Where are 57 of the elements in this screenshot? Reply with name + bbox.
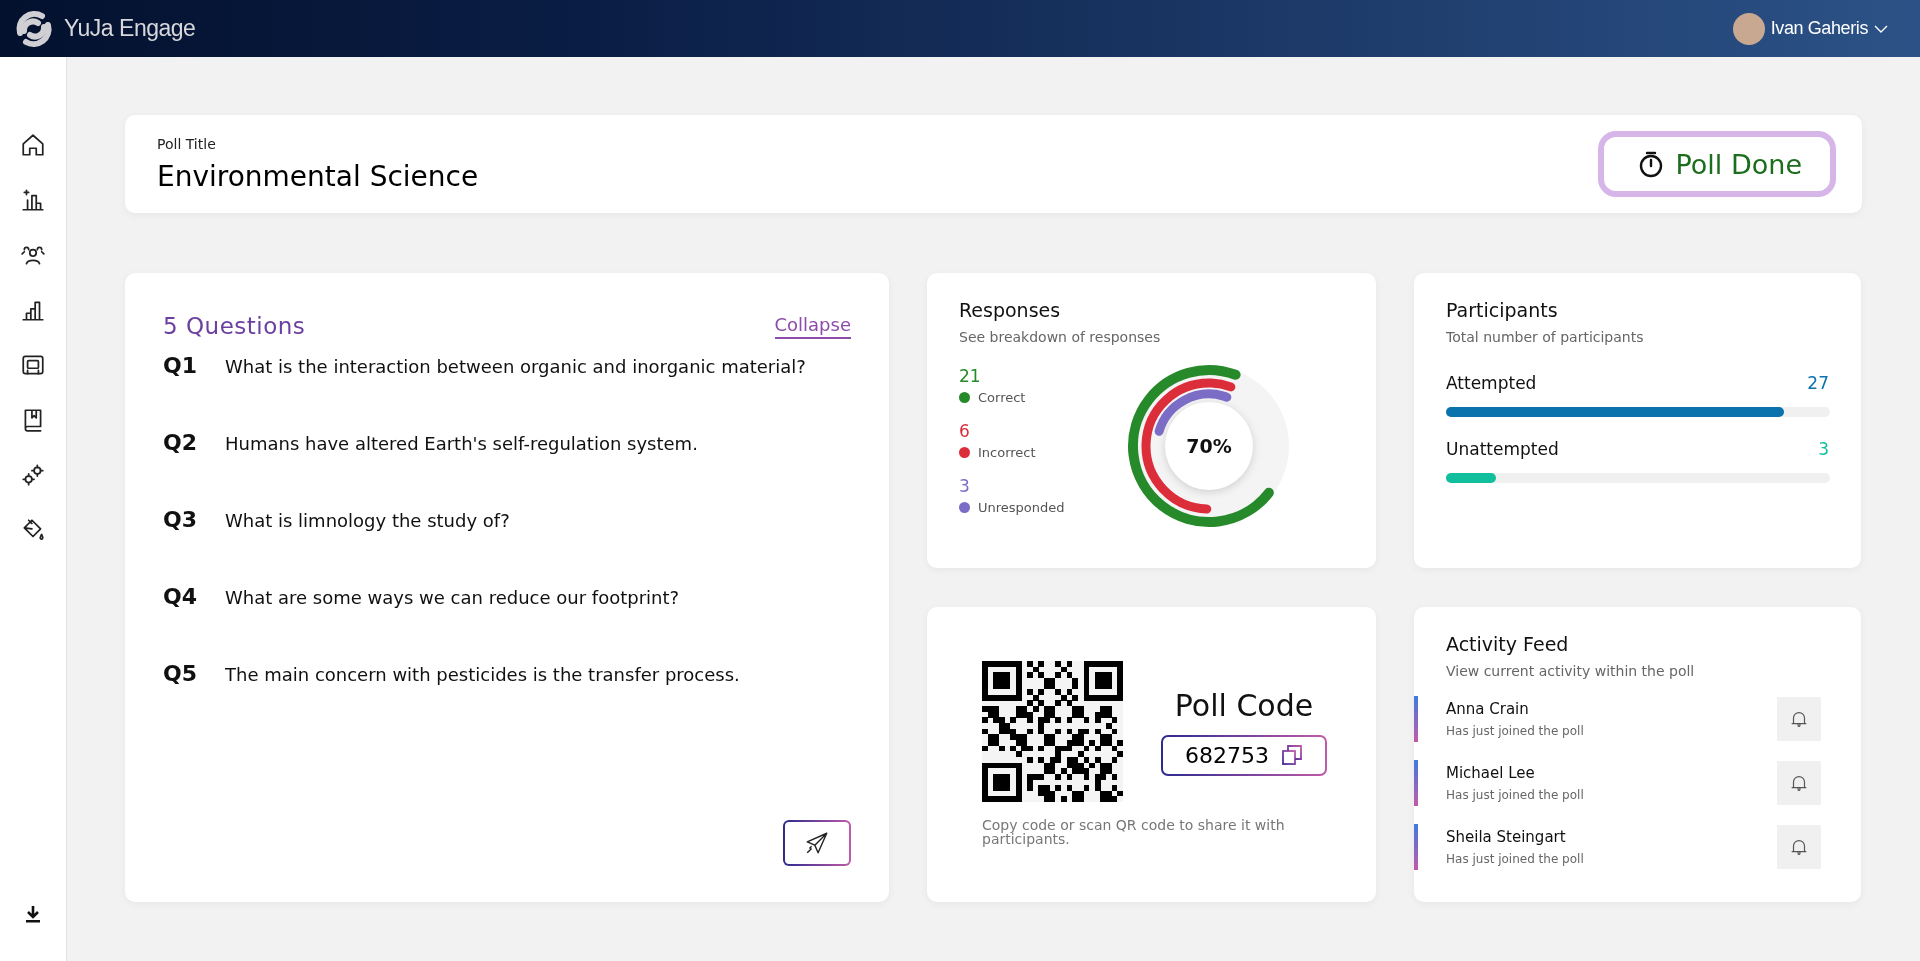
- paper-plane-icon: [804, 830, 830, 856]
- avatar: [1732, 12, 1765, 45]
- bar-chart-plus-icon: [20, 186, 46, 213]
- participant-name: Michael Lee: [1446, 764, 1536, 782]
- participant-label: Attempted: [1446, 373, 1537, 393]
- participant-name: Sheila Steingart: [1446, 828, 1567, 846]
- question-text: What are some ways we can reduce our footprint?: [225, 587, 680, 608]
- poll-title: Environmental Science: [157, 159, 479, 193]
- share-hint: Copy code or scan QR code to share it with participants.: [982, 818, 1286, 846]
- card-title: Responses: [959, 299, 1062, 321]
- notify-button[interactable]: [1777, 825, 1821, 869]
- accent-bar: [1414, 696, 1418, 742]
- question-text: Humans have altered Earth's self-regulation system.: [225, 433, 698, 454]
- card-subtitle: See breakdown of responses: [959, 329, 1162, 345]
- card-subtitle: View current activity within the poll: [1446, 663, 1696, 679]
- app-name: YuJa Engage: [64, 15, 196, 42]
- question-number: Q2: [163, 430, 198, 455]
- activity-message: Has just joined the poll: [1446, 724, 1585, 738]
- card-title: Participants: [1446, 299, 1559, 321]
- collapse-link[interactable]: Collapse: [774, 314, 851, 339]
- legend-label: Correct: [978, 389, 1026, 405]
- notify-button[interactable]: [1777, 697, 1821, 741]
- question-number: Q3: [163, 507, 198, 532]
- poll-code-button[interactable]: 682753: [1161, 734, 1327, 776]
- participant-label: Unattempted: [1446, 439, 1559, 459]
- card-subtitle: Total number of participants: [1446, 329, 1645, 345]
- legend-label: Unresponded: [978, 499, 1065, 515]
- user-name[interactable]: Ivan Gaheris: [1770, 18, 1868, 39]
- participant-name: Anna Crain: [1446, 700, 1530, 718]
- participant-count: 27: [1807, 373, 1829, 393]
- send-button[interactable]: [783, 820, 851, 866]
- poll-title-label: Poll Title: [157, 135, 217, 152]
- question-text: The main concern with pesticides is the transfer process.: [225, 664, 740, 685]
- poll-code-title: Poll Code: [1174, 687, 1314, 723]
- download-icon: [23, 903, 43, 924]
- accent-bar: [1414, 824, 1418, 870]
- chevron-down-icon[interactable]: [1874, 23, 1888, 34]
- question-number: Q5: [163, 661, 198, 686]
- response-count: 6: [959, 420, 971, 441]
- notify-button[interactable]: [1777, 761, 1821, 805]
- question-number: Q4: [163, 584, 198, 609]
- activity-message: Has just joined the poll: [1446, 788, 1585, 802]
- response-count: 3: [959, 475, 971, 496]
- card-title: Activity Feed: [1446, 633, 1570, 655]
- stopwatch-icon: [1637, 150, 1664, 178]
- copy-icon: [1281, 744, 1303, 766]
- question-text: What is the interaction between organic and inorganic material?: [225, 356, 806, 377]
- participant-count: 3: [1818, 439, 1829, 459]
- poll-status-button[interactable]: Poll Done: [1597, 131, 1836, 197]
- question-count: 5 Questions: [163, 313, 306, 339]
- question-text: What is limnology the study of?: [225, 510, 510, 531]
- question-number: Q1: [163, 353, 198, 378]
- legend-label: Incorrect: [978, 444, 1036, 460]
- activity-message: Has just joined the poll: [1446, 852, 1585, 866]
- accent-bar: [1414, 760, 1418, 806]
- percentage-label: 70%: [1186, 435, 1232, 457]
- response-count: 21: [959, 365, 982, 386]
